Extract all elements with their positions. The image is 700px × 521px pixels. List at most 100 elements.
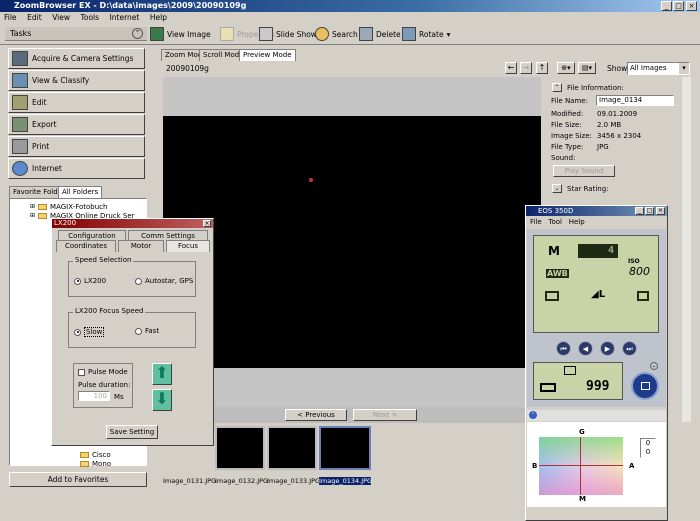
radio-slow[interactable]: Slow	[74, 327, 105, 337]
wb-shift-readout: 0 0	[640, 438, 656, 458]
expand-icon[interactable]: ⊞	[30, 212, 35, 220]
close-button[interactable]: ×	[686, 1, 697, 11]
menu-internet[interactable]: Internet	[106, 12, 144, 23]
file-info-title: File Information:	[567, 84, 624, 92]
printer-icon	[12, 139, 28, 154]
pulse-duration-label: Pulse duration:	[78, 381, 131, 389]
rotate-button[interactable]: Rotate ▾	[402, 26, 450, 42]
nav-last-icon[interactable]: ⏭	[622, 341, 637, 356]
eos-menu-help[interactable]: Help	[569, 218, 585, 226]
file-name-field[interactable]: Image_0134	[596, 95, 674, 106]
radio-button[interactable]	[135, 277, 142, 285]
play-sound-button[interactable]: Play Sound	[553, 165, 615, 177]
expand-icon[interactable]: ⊞	[30, 203, 35, 211]
tree-item-label: Mono	[92, 460, 112, 468]
layout-dropdown-icon[interactable]: ▤▾	[578, 62, 596, 74]
eos-shots: 999	[586, 379, 610, 394]
tab-motor[interactable]: Motor	[118, 240, 164, 252]
eos-minimize-button[interactable]: _	[635, 207, 644, 215]
show-select[interactable]: All Images ▾	[627, 62, 690, 75]
thumbnail-3[interactable]	[267, 426, 317, 470]
task-export[interactable]: Export	[8, 114, 145, 135]
eos-menu-tool[interactable]: Tool	[548, 218, 562, 226]
minimize-button[interactable]: _	[661, 1, 672, 11]
save-setting-button[interactable]: Save Setting	[106, 425, 158, 439]
menu-edit[interactable]: Edit	[23, 12, 46, 23]
search-button[interactable]: Search	[315, 26, 358, 42]
radio-autostar[interactable]: Autostar, GPS	[135, 277, 193, 285]
tree-item-cisco[interactable]: Cisco	[80, 451, 111, 459]
menu-help[interactable]: Help	[146, 12, 171, 23]
lx200-close-icon[interactable]: ×	[203, 220, 211, 227]
nav-first-icon[interactable]: ⏮	[556, 341, 571, 356]
tab-coordinates[interactable]: Coordinates	[56, 240, 116, 252]
tab-all-folders[interactable]: All Folders	[58, 186, 103, 198]
star-rating-label: Star Rating:	[567, 185, 609, 193]
zoom-dropdown-icon[interactable]: ⊕▾	[557, 62, 575, 74]
add-to-favorites-button[interactable]: Add to Favorites	[9, 472, 147, 487]
task-print[interactable]: Print	[8, 136, 145, 157]
task-acquire[interactable]: Acquire & Camera Settings	[8, 48, 145, 69]
collapse-file-info-icon[interactable]: ⌃	[552, 83, 562, 92]
radio-button[interactable]	[135, 327, 142, 335]
trash-icon	[359, 27, 373, 41]
tree-item-label: Cisco	[92, 451, 111, 459]
pulse-mode-checkbox[interactable]: Pulse Mode	[78, 368, 128, 376]
maximize-button[interactable]: □	[673, 1, 684, 11]
expand-star-rating-icon[interactable]: ⌄	[552, 184, 562, 193]
task-internet[interactable]: Internet	[8, 158, 145, 179]
radio-button[interactable]	[74, 328, 81, 336]
wb-shift-grid[interactable]	[539, 437, 623, 495]
eos-menu-file[interactable]: File	[530, 218, 542, 226]
collapse-wb-icon[interactable]: ⌃	[529, 411, 537, 419]
tab-preview-mode[interactable]: Preview Mode	[239, 49, 296, 61]
thumbnail-label: Image_0132.JPG	[215, 477, 269, 485]
capture-button[interactable]	[631, 372, 659, 400]
checkbox[interactable]	[78, 368, 85, 376]
focus-in-arrow-icon[interactable]: ⬆	[152, 363, 172, 385]
task-view-classify[interactable]: View & Classify	[8, 70, 145, 91]
slide-show-button[interactable]: Slide Show	[259, 26, 317, 42]
eos-iso: 800	[629, 265, 650, 278]
preview-image[interactable]	[163, 116, 541, 368]
pulse-unit: Ms	[114, 393, 124, 401]
thumbnail-2[interactable]	[215, 426, 265, 470]
delete-label: Delete	[376, 29, 401, 39]
chevron-down-icon[interactable]: ⌄	[650, 362, 658, 370]
info-scrollbar[interactable]	[682, 77, 691, 422]
thumbnail-4-selected[interactable]	[319, 426, 371, 470]
back-arrow-icon[interactable]: ←	[505, 62, 517, 74]
pulse-duration-input[interactable]: 100	[78, 391, 110, 401]
folder-icon	[38, 213, 48, 219]
eos-close-button[interactable]: ×	[656, 207, 665, 215]
next-button[interactable]: Next >	[353, 409, 417, 421]
tree-item-magix-fotobuch[interactable]: ⊞ MAGIX-Fotobuch	[30, 203, 107, 211]
eos-menu: File Tool Help	[530, 218, 585, 226]
tasks-header: Tasks ⌃	[5, 27, 147, 41]
menu-tools[interactable]: Tools	[77, 12, 103, 23]
focus-out-arrow-icon[interactable]: ⬇	[152, 389, 172, 411]
radio-lx200[interactable]: LX200	[74, 277, 106, 285]
tasks-title: Tasks	[10, 29, 32, 38]
wb-axis-left: B	[532, 462, 538, 470]
tab-focus[interactable]: Focus	[166, 240, 210, 252]
eos-maximize-button[interactable]: □	[645, 207, 654, 215]
previous-button[interactable]: < Previous	[285, 409, 347, 421]
nav-next-icon[interactable]: ▶	[600, 341, 615, 356]
radio-fast[interactable]: Fast	[135, 327, 159, 335]
radio-button[interactable]	[74, 277, 81, 285]
menu-view[interactable]: View	[48, 12, 74, 23]
nav-prev-icon[interactable]: ◀	[578, 341, 593, 356]
up-arrow-icon[interactable]: ↑	[536, 62, 548, 74]
task-edit[interactable]: Edit	[8, 92, 145, 113]
collapse-icon[interactable]: ⌃	[132, 28, 143, 39]
globe-icon	[12, 161, 28, 176]
eos-shutter: 4	[578, 244, 618, 258]
view-classify-icon	[12, 73, 28, 88]
forward-arrow-icon[interactable]: →	[520, 62, 532, 74]
menu-file[interactable]: File	[0, 12, 21, 23]
view-image-button[interactable]: View Image	[150, 26, 211, 42]
delete-button[interactable]: Delete	[359, 26, 401, 42]
tree-item-mono[interactable]: Mono	[80, 460, 111, 468]
radio-slow-label: Slow	[84, 327, 105, 337]
